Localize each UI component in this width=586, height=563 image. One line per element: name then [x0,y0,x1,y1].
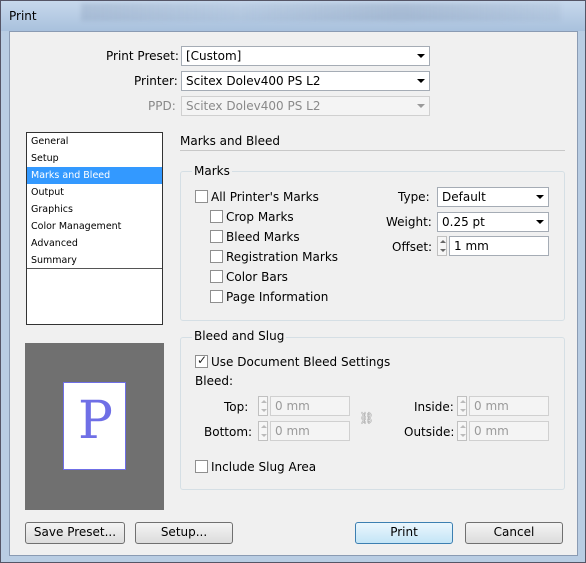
cancel-button[interactable]: Cancel [465,522,563,544]
registration-marks-label: Registration Marks [226,250,339,264]
category-setup[interactable]: Setup [27,150,162,167]
color-bars-checkbox[interactable] [210,270,223,283]
bleed-slug-group-title: Bleed and Slug [192,329,287,343]
chain-link-icon[interactable]: ⛓ [359,411,374,425]
category-general[interactable]: General [27,133,162,150]
bleed-marks-label: Bleed Marks [226,230,300,244]
offset-input[interactable]: 1 mm [449,236,549,256]
printer-dropdown[interactable]: Scitex Dolev400 PS L2 [181,71,430,91]
registration-marks-checkbox[interactable] [210,250,223,263]
printer-label: Printer: [134,74,178,88]
top-value: 0 mm [275,399,310,413]
chevron-down-icon [536,220,544,224]
use-document-bleed-checkbox[interactable] [195,353,208,368]
window-title: Print [9,9,37,23]
crop-marks-label: Crop Marks [226,210,294,224]
type-value: Default [442,190,486,204]
marks-group-title: Marks [192,164,232,178]
ppd-label: PPD: [148,99,176,113]
print-button[interactable]: Print [355,522,453,544]
top-input[interactable]: 0 mm [270,396,350,416]
crop-marks-checkbox[interactable] [210,210,223,223]
inside-stepper[interactable] [457,396,467,416]
category-list[interactable]: General Setup Marks and Bleed Output Gra… [26,132,163,325]
bottom-input[interactable]: 0 mm [270,421,350,441]
type-label: Type: [398,190,430,204]
bleed-label: Bleed: [195,374,233,388]
section-divider [180,150,565,151]
category-summary[interactable]: Summary [27,252,162,269]
print-dialog: Print Print Preset: [Custom] Printer: Sc… [0,0,586,563]
chevron-down-icon [417,54,425,58]
all-printers-marks-checkbox[interactable] [195,190,208,203]
include-slug-area-checkbox[interactable] [195,460,208,473]
printer-value: Scitex Dolev400 PS L2 [186,74,321,88]
inside-value: 0 mm [474,399,509,413]
section-title: Marks and Bleed [180,134,280,148]
bottom-value: 0 mm [275,424,310,438]
print-preset-value: [Custom] [186,49,242,63]
category-color-management[interactable]: Color Management [27,218,162,235]
top-stepper[interactable] [258,396,268,416]
offset-value: 1 mm [454,239,489,253]
weight-dropdown[interactable]: 0.25 pt [437,212,549,232]
page-information-label: Page Information [226,290,329,304]
all-printers-marks-label: All Printer's Marks [211,190,319,204]
save-preset-button[interactable]: Save Preset... [25,522,125,544]
list-divider [27,268,162,269]
weight-value: 0.25 pt [442,215,485,229]
outside-label: Outside: [404,425,455,439]
preview-page: P [63,382,126,470]
title-bar[interactable]: Print [1,1,585,31]
offset-label: Offset: [392,240,433,254]
color-bars-label: Color Bars [226,270,288,284]
inside-label: Inside: [414,400,454,414]
page-preview: P [25,343,164,510]
include-slug-area-label: Include Slug Area [211,460,317,474]
page-information-checkbox[interactable] [210,290,223,303]
category-advanced[interactable]: Advanced [27,235,162,252]
outside-stepper[interactable] [457,421,467,441]
chevron-down-icon [417,104,425,108]
offset-stepper[interactable] [437,236,447,256]
setup-button[interactable]: Setup... [135,522,233,544]
dialog-body: Print Preset: [Custom] Printer: Scitex D… [9,31,578,556]
bottom-stepper[interactable] [258,421,268,441]
preview-letter: P [78,391,113,451]
inside-input[interactable]: 0 mm [469,396,549,416]
bottom-label: Bottom: [204,425,253,439]
title-bar-background [81,3,561,21]
ppd-value: Scitex Dolev400 PS L2 [186,99,321,113]
chevron-down-icon [417,79,425,83]
category-graphics[interactable]: Graphics [27,201,162,218]
weight-label: Weight: [386,215,432,229]
top-label: Top: [224,400,249,414]
outside-value: 0 mm [474,424,509,438]
use-document-bleed-label: Use Document Bleed Settings [211,355,391,369]
print-preset-label: Print Preset: [106,49,179,63]
category-output[interactable]: Output [27,184,162,201]
chevron-down-icon [536,195,544,199]
outside-input[interactable]: 0 mm [469,421,549,441]
bleed-marks-checkbox[interactable] [210,230,223,243]
ppd-dropdown[interactable]: Scitex Dolev400 PS L2 [181,96,430,116]
category-marks-and-bleed[interactable]: Marks and Bleed [27,167,162,184]
print-preset-dropdown[interactable]: [Custom] [181,46,430,66]
type-dropdown[interactable]: Default [437,187,549,207]
